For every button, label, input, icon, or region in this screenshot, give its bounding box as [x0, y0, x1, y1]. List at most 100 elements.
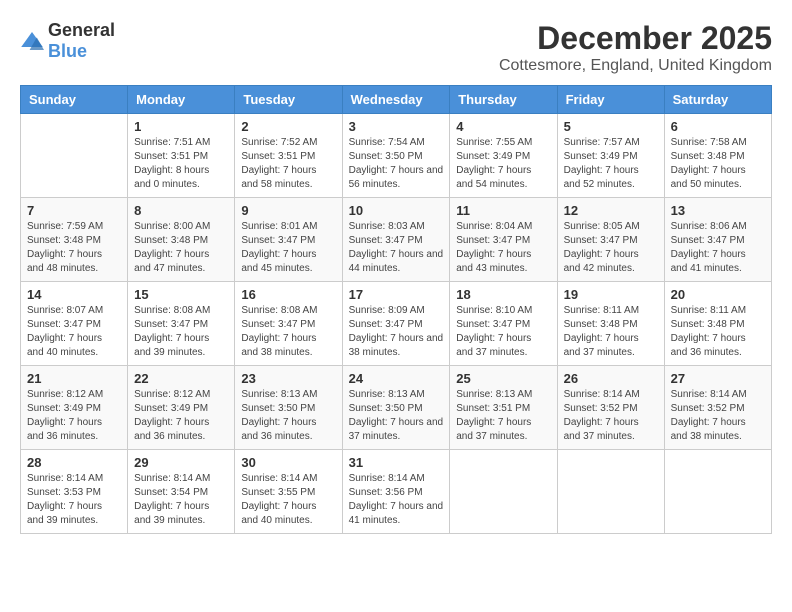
day-number: 8	[134, 203, 228, 218]
calendar-cell: 19 Sunrise: 8:11 AMSunset: 3:48 PMDayligh…	[557, 282, 664, 366]
day-number: 16	[241, 287, 335, 302]
calendar-cell: 14 Sunrise: 8:07 AMSunset: 3:47 PMDayligh…	[21, 282, 128, 366]
day-info: Sunrise: 8:08 AMSunset: 3:47 PMDaylight:…	[134, 304, 228, 360]
day-number: 7	[27, 203, 121, 218]
calendar-week-row: 28 Sunrise: 8:14 AMSunset: 3:53 PMDayligh…	[21, 450, 772, 534]
day-number: 9	[241, 203, 335, 218]
day-number: 21	[27, 371, 121, 386]
calendar-cell: 28 Sunrise: 8:14 AMSunset: 3:53 PMDayligh…	[21, 450, 128, 534]
day-info: Sunrise: 8:14 AMSunset: 3:55 PMDaylight:…	[241, 472, 335, 528]
day-info: Sunrise: 8:03 AMSunset: 3:47 PMDaylight:…	[349, 220, 444, 276]
day-number: 27	[671, 371, 765, 386]
calendar-cell	[664, 450, 771, 534]
day-number: 1	[134, 119, 228, 134]
day-number: 11	[456, 203, 550, 218]
day-number: 26	[564, 371, 658, 386]
calendar-cell: 20Sunrise: 8:11 AMSunset: 3:48 PMDayligh…	[664, 282, 771, 366]
calendar-cell	[450, 450, 557, 534]
calendar-cell: 1Sunrise: 7:51 AMSunset: 3:51 PMDaylight…	[128, 114, 235, 198]
day-info: Sunrise: 8:07 AMSunset: 3:47 PMDaylight:…	[27, 304, 121, 360]
calendar-cell: 18Sunrise: 8:10 AMSunset: 3:47 PMDayligh…	[450, 282, 557, 366]
day-info: Sunrise: 8:11 AMSunset: 3:48 PMDaylight:…	[564, 304, 658, 360]
calendar-cell: 5Sunrise: 7:57 AMSunset: 3:49 PMDaylight…	[557, 114, 664, 198]
day-info: Sunrise: 8:04 AMSunset: 3:47 PMDaylight:…	[456, 220, 550, 276]
day-number: 5	[564, 119, 658, 134]
calendar-cell: 6Sunrise: 7:58 AMSunset: 3:48 PMDaylight…	[664, 114, 771, 198]
day-info: Sunrise: 8:08 AMSunset: 3:47 PMDaylight:…	[241, 304, 335, 360]
day-info: Sunrise: 8:14 AMSunset: 3:54 PMDaylight:…	[134, 472, 228, 528]
calendar-cell: 27 Sunrise: 8:14 AMSunset: 3:52 PMDayligh…	[664, 366, 771, 450]
location-title: Cottesmore, England, United Kingdom	[499, 57, 772, 75]
day-number: 24	[349, 371, 444, 386]
day-number: 6	[671, 119, 765, 134]
day-info: Sunrise: 8:12 AMSunset: 3:49 PMDaylight:…	[134, 388, 228, 444]
day-number: 12	[564, 203, 658, 218]
day-number: 29	[134, 455, 228, 470]
day-number: 28	[27, 455, 121, 470]
day-number: 23	[241, 371, 335, 386]
title-block: December 2025 Cottesmore, England, Unite…	[499, 20, 772, 75]
day-number: 14	[27, 287, 121, 302]
calendar-cell: 23Sunrise: 8:13 AMSunset: 3:50 PMDayligh…	[235, 366, 342, 450]
logo-icon	[20, 29, 44, 53]
calendar-cell: 29 Sunrise: 8:14 AMSunset: 3:54 PMDayligh…	[128, 450, 235, 534]
day-info: Sunrise: 8:00 AMSunset: 3:48 PMDaylight:…	[134, 220, 228, 276]
calendar-week-row: 14 Sunrise: 8:07 AMSunset: 3:47 PMDayligh…	[21, 282, 772, 366]
day-info: Sunrise: 7:59 AMSunset: 3:48 PMDaylight:…	[27, 220, 121, 276]
calendar-cell: 17 Sunrise: 8:09 AMSunset: 3:47 PMDayligh…	[342, 282, 450, 366]
calendar-week-row: 21 Sunrise: 8:12 AMSunset: 3:49 PMDayligh…	[21, 366, 772, 450]
calendar-header-wednesday: Wednesday	[342, 86, 450, 114]
calendar-header-friday: Friday	[557, 86, 664, 114]
calendar-cell: 8 Sunrise: 8:00 AMSunset: 3:48 PMDaylight…	[128, 198, 235, 282]
calendar-header-thursday: Thursday	[450, 86, 557, 114]
day-number: 19	[564, 287, 658, 302]
calendar-cell: 21 Sunrise: 8:12 AMSunset: 3:49 PMDayligh…	[21, 366, 128, 450]
day-info: Sunrise: 8:13 AMSunset: 3:50 PMDaylight:…	[349, 388, 444, 444]
day-number: 2	[241, 119, 335, 134]
day-info: Sunrise: 7:52 AMSunset: 3:51 PMDaylight:…	[241, 136, 335, 192]
calendar-cell: 24 Sunrise: 8:13 AMSunset: 3:50 PMDayligh…	[342, 366, 450, 450]
day-info: Sunrise: 7:54 AMSunset: 3:50 PMDaylight:…	[349, 136, 444, 192]
calendar-cell: 16 Sunrise: 8:08 AMSunset: 3:47 PMDayligh…	[235, 282, 342, 366]
day-number: 3	[349, 119, 444, 134]
calendar-cell	[21, 114, 128, 198]
calendar-cell: 30Sunrise: 8:14 AMSunset: 3:55 PMDayligh…	[235, 450, 342, 534]
logo-text-blue: Blue	[48, 41, 87, 61]
calendar-cell: 10 Sunrise: 8:03 AMSunset: 3:47 PMDayligh…	[342, 198, 450, 282]
calendar-header-monday: Monday	[128, 86, 235, 114]
calendar-cell: 4Sunrise: 7:55 AMSunset: 3:49 PMDaylight…	[450, 114, 557, 198]
day-number: 17	[349, 287, 444, 302]
calendar-cell: 15 Sunrise: 8:08 AMSunset: 3:47 PMDayligh…	[128, 282, 235, 366]
day-info: Sunrise: 8:10 AMSunset: 3:47 PMDaylight:…	[456, 304, 550, 360]
calendar-table: SundayMondayTuesdayWednesdayThursdayFrid…	[20, 85, 772, 534]
calendar-header-saturday: Saturday	[664, 86, 771, 114]
day-number: 25	[456, 371, 550, 386]
day-number: 31	[349, 455, 444, 470]
calendar-cell: 26 Sunrise: 8:14 AMSunset: 3:52 PMDayligh…	[557, 366, 664, 450]
day-info: Sunrise: 8:01 AMSunset: 3:47 PMDaylight:…	[241, 220, 335, 276]
calendar-cell: 2 Sunrise: 7:52 AMSunset: 3:51 PMDaylight…	[235, 114, 342, 198]
calendar-cell	[557, 450, 664, 534]
calendar-week-row: 7 Sunrise: 7:59 AMSunset: 3:48 PMDaylight…	[21, 198, 772, 282]
calendar-week-row: 1Sunrise: 7:51 AMSunset: 3:51 PMDaylight…	[21, 114, 772, 198]
calendar-cell: 11 Sunrise: 8:04 AMSunset: 3:47 PMDayligh…	[450, 198, 557, 282]
day-info: Sunrise: 8:13 AMSunset: 3:51 PMDaylight:…	[456, 388, 550, 444]
day-number: 20	[671, 287, 765, 302]
day-info: Sunrise: 8:09 AMSunset: 3:47 PMDaylight:…	[349, 304, 444, 360]
day-info: Sunrise: 8:12 AMSunset: 3:49 PMDaylight:…	[27, 388, 121, 444]
day-info: Sunrise: 8:14 AMSunset: 3:53 PMDaylight:…	[27, 472, 121, 528]
calendar-header-sunday: Sunday	[21, 86, 128, 114]
logo-text-general: General	[48, 20, 115, 40]
day-number: 15	[134, 287, 228, 302]
month-title: December 2025	[499, 20, 772, 57]
page-header: General Blue December 2025 Cottesmore, E…	[20, 20, 772, 75]
calendar-header-row: SundayMondayTuesdayWednesdayThursdayFrid…	[21, 86, 772, 114]
logo: General Blue	[20, 20, 115, 62]
day-number: 10	[349, 203, 444, 218]
day-info: Sunrise: 8:05 AMSunset: 3:47 PMDaylight:…	[564, 220, 658, 276]
day-number: 13	[671, 203, 765, 218]
calendar-cell: 25 Sunrise: 8:13 AMSunset: 3:51 PMDayligh…	[450, 366, 557, 450]
day-info: Sunrise: 8:14 AMSunset: 3:52 PMDaylight:…	[671, 388, 765, 444]
calendar-header-tuesday: Tuesday	[235, 86, 342, 114]
day-info: Sunrise: 8:14 AMSunset: 3:52 PMDaylight:…	[564, 388, 658, 444]
